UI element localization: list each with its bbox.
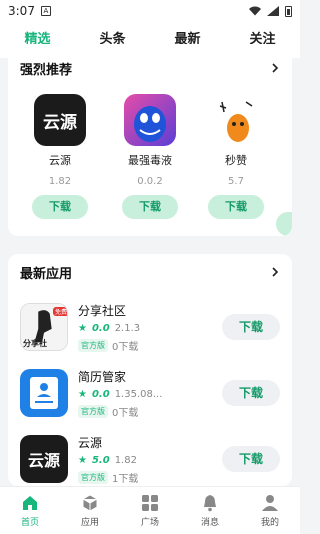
wifi-icon bbox=[249, 6, 261, 16]
featured-apps-row: 云源 云源 1.82 下载 最强毒液 0.0.2 下载 秒赞 5.7 下载 bbox=[8, 94, 292, 236]
download-button[interactable]: 下载 bbox=[122, 195, 178, 219]
star-icon: ★ bbox=[78, 388, 87, 400]
download-button[interactable]: 下载 bbox=[222, 446, 280, 472]
download-button-partial[interactable] bbox=[276, 212, 292, 236]
latest-card: 最新应用 分享社 免费 分享社区 ★0.0 2.1.3 官方版 0下载 下载 bbox=[8, 254, 292, 486]
latest-title: 最新应用 bbox=[20, 266, 73, 282]
venom-character-icon bbox=[134, 106, 166, 142]
list-item-meta: ★ 5.0 1.82 bbox=[78, 454, 137, 466]
person-icon bbox=[262, 494, 278, 511]
download-button[interactable]: 下载 bbox=[222, 380, 280, 406]
list-item-name: 分享社区 bbox=[78, 303, 127, 318]
box-icon bbox=[82, 493, 98, 512]
battery-icon bbox=[285, 5, 292, 17]
list-item-fenxiang[interactable]: 分享社 免费 分享社区 ★ 0.0 2.1.3 官方版 0下载 下载 bbox=[8, 296, 292, 358]
jianli-icon bbox=[20, 369, 68, 417]
download-button[interactable]: 下载 bbox=[208, 195, 264, 219]
app-version: 1.82 bbox=[48, 176, 72, 187]
yunyuan-icon: 云源 bbox=[20, 435, 68, 483]
star-icon: ★ bbox=[78, 454, 87, 466]
list-item-name: 简历管家 bbox=[78, 369, 127, 384]
home-icon bbox=[23, 495, 37, 510]
list-item-info: 云源 ★ 5.0 1.82 官方版 1下载 bbox=[78, 434, 218, 485]
featured-header[interactable]: 强烈推荐 bbox=[8, 44, 292, 88]
featured-title: 强烈推荐 bbox=[20, 62, 73, 78]
miaozan-icon bbox=[210, 94, 262, 146]
featured-app-yunyuan[interactable]: 云源 云源 1.82 下载 bbox=[18, 94, 102, 219]
list-item-info: 简历管家 ★ 0.0 1.35.08... 官方版 0下载 bbox=[78, 368, 218, 419]
featured-app-miaozan[interactable]: 秒赞 5.7 下载 bbox=[194, 94, 278, 219]
list-item-meta: ★ 0.0 2.1.3 bbox=[78, 322, 141, 334]
list-item-jianli[interactable]: 简历管家 ★ 0.0 1.35.08... 官方版 0下载 下载 bbox=[8, 362, 292, 424]
bell-icon bbox=[204, 494, 216, 511]
miaozan-character-icon bbox=[219, 101, 253, 142]
download-button[interactable]: 下载 bbox=[32, 195, 88, 219]
notification-a-icon: A bbox=[40, 6, 51, 16]
fenxiang-icon: 分享社 免费 bbox=[20, 303, 68, 351]
status-time: 3:07 bbox=[8, 4, 35, 18]
list-item-sub: 官方版 0下载 bbox=[78, 338, 218, 353]
resume-icon bbox=[30, 377, 58, 409]
nav-messages[interactable]: 消息 bbox=[180, 487, 240, 534]
list-item-name: 云源 bbox=[78, 435, 103, 450]
yunyuan-icon: 云源 bbox=[34, 94, 86, 146]
app-name: 最强毒液 bbox=[128, 154, 172, 167]
chevron-right-icon[interactable] bbox=[270, 63, 280, 73]
star-icon: ★ bbox=[78, 322, 87, 334]
nav-home[interactable]: 首页 bbox=[0, 487, 60, 534]
status-badge: 官方版 bbox=[78, 338, 108, 352]
nav-me[interactable]: 我的 bbox=[240, 487, 300, 534]
signal-icon bbox=[267, 6, 279, 16]
latest-header[interactable]: 最新应用 bbox=[8, 254, 292, 290]
grid-icon bbox=[142, 494, 158, 511]
status-bar: 3:07 A bbox=[0, 0, 300, 22]
status-badge: 官方版 bbox=[78, 470, 108, 484]
app-version: 5.7 bbox=[228, 176, 244, 187]
app-name: 云源 bbox=[49, 154, 71, 167]
status-badge: 官方版 bbox=[78, 404, 108, 418]
list-item-info: 分享社区 ★ 0.0 2.1.3 官方版 0下载 bbox=[78, 302, 218, 353]
download-button[interactable]: 下载 bbox=[222, 314, 280, 340]
featured-app-venom[interactable]: 最强毒液 0.0.2 下载 bbox=[108, 94, 192, 219]
list-item-meta: ★ 0.0 1.35.08... bbox=[78, 388, 163, 400]
nav-apps[interactable]: 应用 bbox=[60, 487, 120, 534]
list-item-sub: 官方版 1下载 bbox=[78, 470, 218, 485]
nav-square[interactable]: 广场 bbox=[120, 487, 180, 534]
app-version: 0.0.2 bbox=[137, 176, 163, 187]
app-name: 秒赞 bbox=[225, 154, 247, 167]
bottom-nav: 首页 应用 广场 消息 我的 bbox=[0, 486, 300, 534]
chevron-right-icon[interactable] bbox=[270, 267, 280, 277]
venom-icon bbox=[124, 94, 176, 146]
featured-card: 强烈推荐 云源 云源 1.82 下载 最强毒液 0.0.2 下载 秒赞 5.7 … bbox=[8, 44, 292, 236]
list-item-sub: 官方版 0下载 bbox=[78, 404, 218, 419]
featured-app-partial[interactable] bbox=[276, 94, 292, 236]
list-item-yunyuan[interactable]: 云源 云源 ★ 5.0 1.82 官方版 1下载 下载 bbox=[8, 428, 292, 486]
